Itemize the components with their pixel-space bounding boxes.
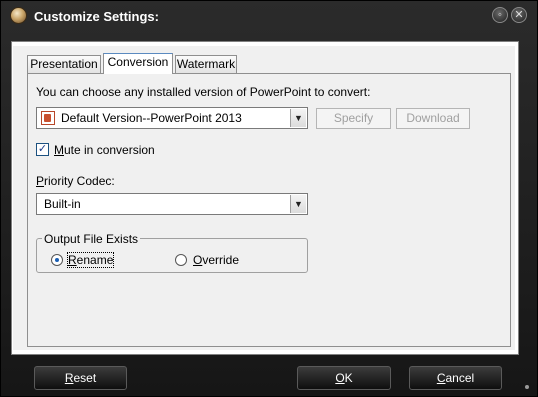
override-text: verride [202,253,240,267]
reset-button[interactable]: Reset [34,366,127,390]
priority-codec-label: Priority Codec: [36,174,115,188]
priority-codec-value: Built-in [44,197,81,211]
rename-mnemonic: R [68,253,77,267]
mute-label-text: ute in conversion [64,143,155,157]
download-button[interactable]: Download [396,108,470,129]
powerpoint-icon [41,111,55,125]
window-title: Customize Settings: [34,9,159,24]
powerpoint-version-select[interactable]: Default Version--PowerPoint 2013 ▼ [36,107,308,129]
override-mnemonic: O [193,253,203,267]
resize-grip[interactable] [525,385,529,389]
chevron-down-icon[interactable]: ▼ [290,195,306,213]
minimize-button[interactable]: ◦ [492,7,508,23]
specify-button[interactable]: Specify [316,108,391,129]
output-file-exists-title: Output File Exists [42,232,141,246]
tab-watermark[interactable]: Watermark [175,55,237,73]
ok-button[interactable]: OK [297,366,391,390]
cancel-text: ancel [445,371,475,385]
rename-radio[interactable] [51,254,63,266]
close-button[interactable]: ✕ [511,7,527,23]
tab-presentation[interactable]: Presentation [27,55,101,73]
ok-text: K [344,371,353,385]
app-logo-icon [10,7,27,24]
override-label[interactable]: Override [193,253,239,267]
mute-checkbox[interactable]: ✓ [36,143,49,156]
rename-text: ename [76,253,114,267]
mute-label[interactable]: Mute in conversion [54,143,155,157]
title-bar[interactable]: Customize Settings: ◦ ✕ [1,1,537,33]
customize-settings-window: Customize Settings: ◦ ✕ Presentation Con… [0,0,538,397]
rename-label[interactable]: Rename [66,252,115,268]
chevron-down-icon[interactable]: ▼ [290,109,306,127]
override-radio[interactable] [175,254,187,266]
priority-codec-select[interactable]: Built-in ▼ [36,193,308,215]
priority-codec-text: riority Codec: [44,174,115,188]
ok-mnemonic: O [335,371,345,385]
powerpoint-version-value: Default Version--PowerPoint 2013 [61,111,242,125]
cancel-button[interactable]: Cancel [409,366,502,390]
priority-codec-mnemonic: P [36,174,45,188]
reset-text: eset [73,371,97,385]
tab-conversion[interactable]: Conversion [103,53,173,74]
mute-label-mnemonic: M [54,143,64,157]
version-prompt-label: You can choose any installed version of … [36,85,371,99]
